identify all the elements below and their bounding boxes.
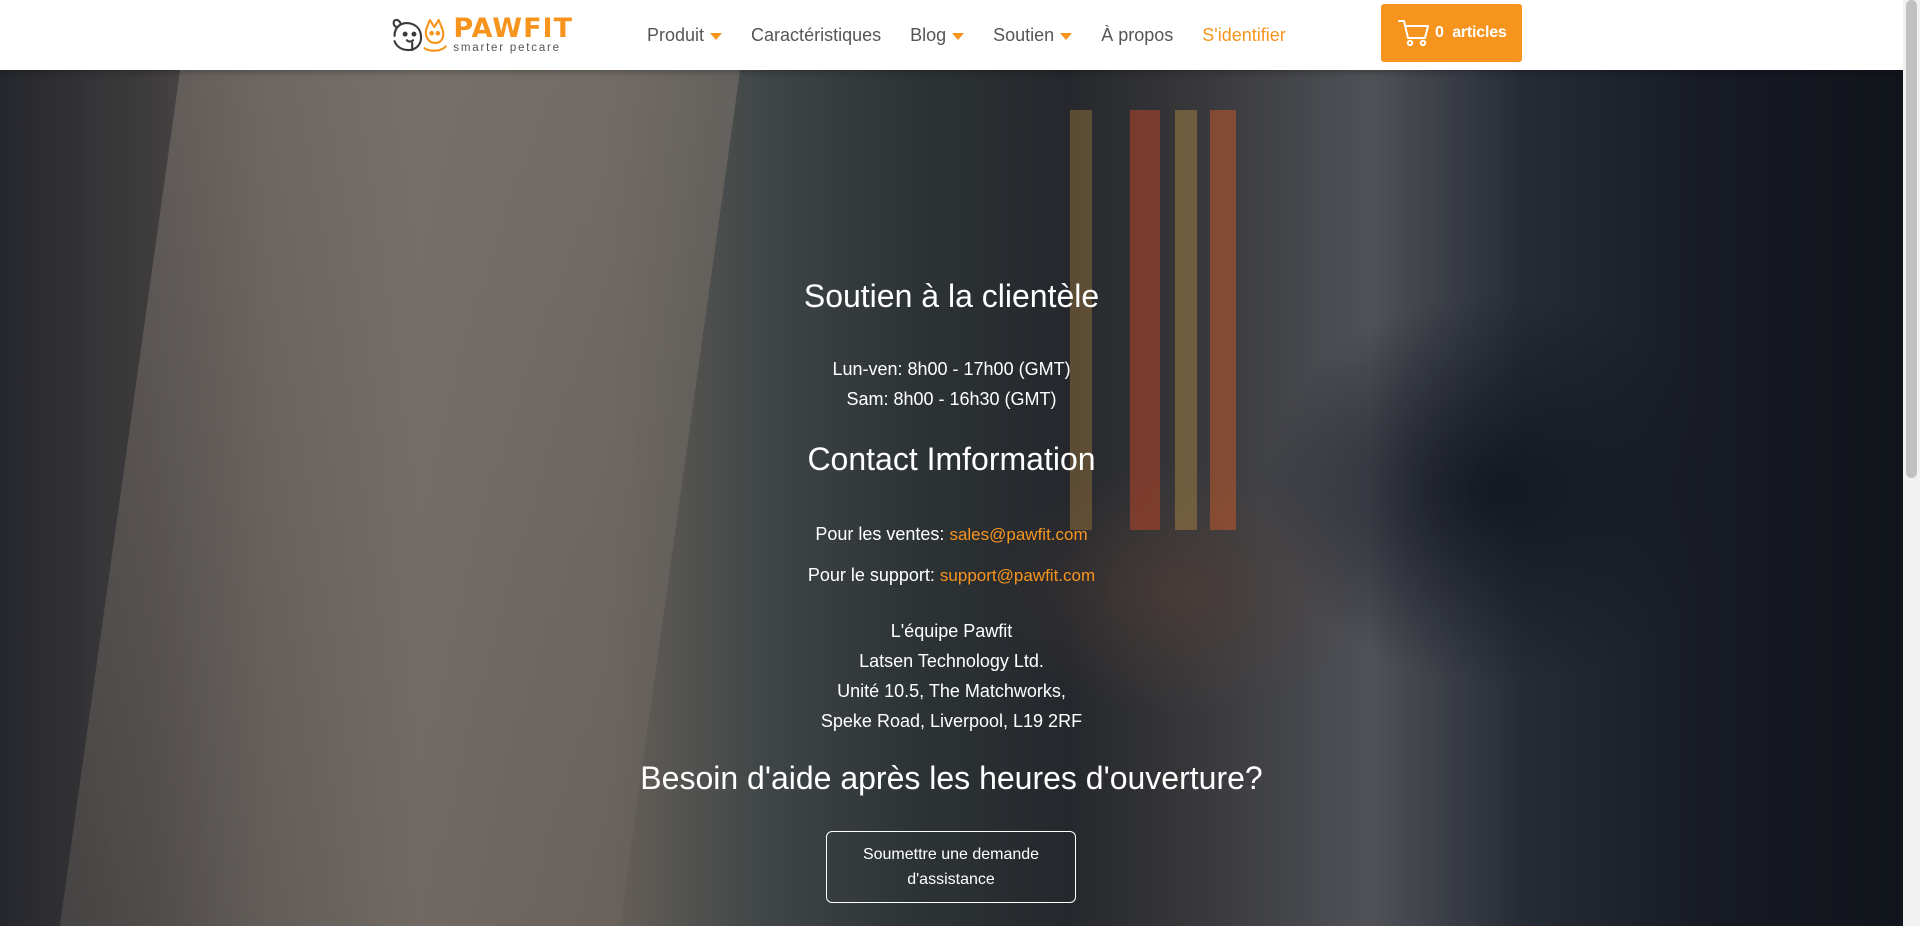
address-line: Speke Road, Liverpool, L19 2RF [820, 711, 1083, 731]
nav-item-blog[interactable]: Blog [910, 24, 965, 46]
nav-item-soutien[interactable]: Soutien [993, 24, 1073, 46]
address-line: L'équipe Pawfit [890, 621, 1013, 641]
nav-item-label: Produit [647, 24, 705, 45]
caret-down-icon [952, 32, 965, 40]
login-link[interactable]: S'identifier [1202, 25, 1285, 46]
nav-item-caracteristiques[interactable]: Caractéristiques [751, 25, 881, 46]
pawfit-logo[interactable]: PAWFIT smarter petcare [391, 14, 573, 56]
sales-contact: Pour les ventes: sales@pawfit.com [0, 524, 1903, 545]
logo-text: PAWFIT smarter petcare [453, 15, 573, 55]
caret-down-icon [710, 32, 723, 40]
sales-email-link[interactable]: sales@pawfit.com [949, 525, 1087, 544]
support-label: Pour le support: [807, 565, 940, 585]
logo-tagline: smarter petcare [453, 42, 561, 55]
support-email-link[interactable]: support@pawfit.com [940, 566, 1095, 585]
nav-item-label: Caractéristiques [751, 24, 882, 45]
hero-background [0, 70, 1903, 926]
logo-name: PAWFIT [453, 13, 573, 45]
pawfit-pets-logo-icon [392, 18, 447, 52]
support-contact: Pour le support: support@pawfit.com [0, 565, 1903, 586]
main-nav: Produit Caractéristiques Blog Soutien À … [647, 0, 1315, 70]
cart-icon [1398, 20, 1429, 47]
caret-down-icon [1060, 32, 1073, 40]
hours-saturday: Sam: 8h00 - 16h30 (GMT) [846, 389, 1057, 409]
submit-ticket-button[interactable]: Soumettre une demande d'assistance [826, 831, 1076, 903]
nav-item-label: Blog [910, 24, 947, 45]
address-line: Latsen Technology Ltd. [859, 651, 1044, 671]
after-hours-title: Besoin d'aide après les heures d'ouvertu… [640, 760, 1263, 796]
nav-item-produit[interactable]: Produit [647, 24, 723, 46]
support-title: Soutien à la clientèle [803, 278, 1100, 314]
contact-title: Contact Imformation [807, 441, 1096, 477]
site-header: PAWFIT smarter petcare Produit Caractéri… [0, 0, 1903, 70]
cart-count-label: 0 articles [1435, 24, 1507, 41]
scrollbar-thumb[interactable] [1906, 0, 1917, 478]
address-line: Unité 10.5, The Matchworks, [837, 681, 1066, 701]
nav-item-label: Soutien [993, 24, 1055, 45]
sales-label: Pour les ventes: [815, 524, 950, 544]
page-scrollbar[interactable] [1903, 0, 1920, 926]
cart-button[interactable]: 0 articles [1381, 4, 1522, 62]
hours-weekday: Lun-ven: 8h00 - 17h00 (GMT) [832, 359, 1071, 379]
nav-item-label: À propos [1101, 24, 1174, 45]
nav-item-a-propos[interactable]: À propos [1101, 25, 1173, 46]
